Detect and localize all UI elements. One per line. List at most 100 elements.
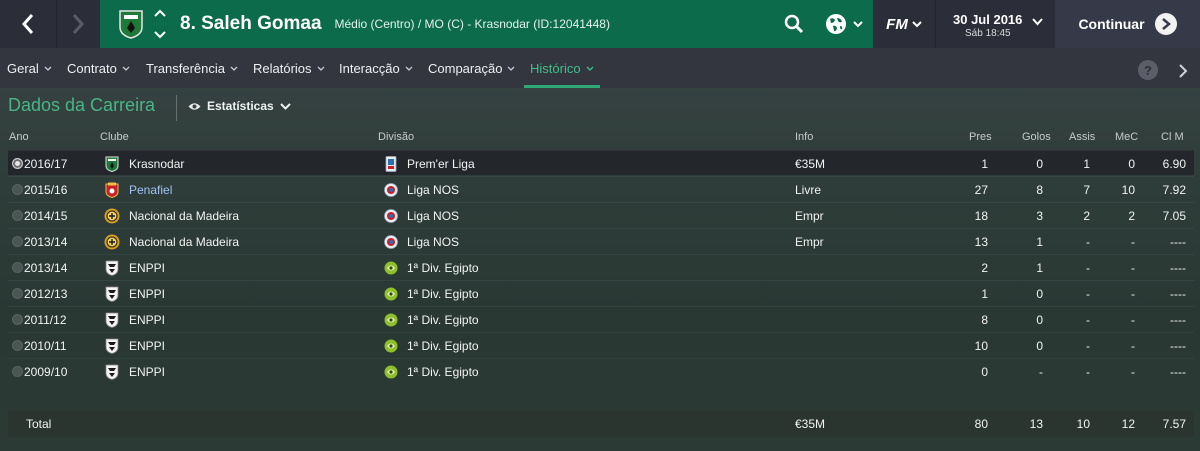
row-radio-button[interactable]: [12, 158, 23, 169]
cell-club-link[interactable]: ENPPI: [129, 365, 165, 379]
table-row[interactable]: 2013/14 ENPPI 1ª Div. Egipto 2 1- - ----: [8, 254, 1194, 279]
cell-club-link[interactable]: Krasnodar: [129, 157, 184, 171]
search-button[interactable]: [773, 0, 815, 48]
cell-division-link[interactable]: 1ª Div. Egipto: [407, 287, 479, 301]
chevron-up-icon[interactable]: [154, 9, 166, 17]
cell-golos: 0: [1036, 313, 1043, 327]
cell-division-link[interactable]: 1ª Div. Egipto: [407, 365, 479, 379]
cell-golos: -: [1039, 365, 1043, 379]
table-row[interactable]: 2012/13 ENPPI 1ª Div. Egipto 1 0- - ----: [8, 280, 1194, 305]
total-clm: 7.57: [1162, 417, 1186, 431]
club-badge-krasnodar[interactable]: [116, 8, 146, 40]
cell-assis: 7: [1083, 183, 1090, 197]
help-icon[interactable]: ?: [1138, 60, 1158, 80]
row-radio-button[interactable]: [12, 366, 23, 377]
cell-mec: 0: [1128, 157, 1135, 171]
tab-comparacao[interactable]: Comparação: [428, 48, 515, 88]
cell-club-link[interactable]: ENPPI: [129, 287, 165, 301]
row-radio-button[interactable]: [12, 340, 23, 351]
cell-pres: 18: [974, 209, 988, 223]
cell-year: 2016/17: [24, 157, 68, 171]
cell-assis: 2: [1083, 209, 1090, 223]
column-header-pres[interactable]: Pres: [969, 131, 992, 143]
cell-golos: 0: [1036, 339, 1043, 353]
cell-club-link[interactable]: Nacional da Madeira: [129, 235, 239, 249]
tab-geral[interactable]: Geral: [7, 48, 52, 88]
cell-year: 2013/14: [24, 235, 68, 249]
cell-club-link[interactable]: Penafiel: [129, 183, 172, 197]
table-row[interactable]: 2010/11 ENPPI 1ª Div. Egipto 10 0- - ----: [8, 332, 1194, 357]
cell-year: 2015/16: [24, 183, 68, 197]
tab-transferencia[interactable]: Transferência: [146, 48, 238, 88]
column-header-assis[interactable]: Assis: [1069, 131, 1095, 143]
table-row[interactable]: 2014/15 Nacional da Madeira Liga NOS Empr 18…: [8, 202, 1194, 227]
column-header-divisao[interactable]: Divisão: [378, 131, 414, 143]
table-row[interactable]: 2013/14 Nacional da Madeira Liga NOS Empr 13…: [8, 228, 1194, 253]
cell-division-link[interactable]: Prem'er Liga: [407, 157, 475, 171]
cell-club-link[interactable]: ENPPI: [129, 313, 165, 327]
chevron-down-icon: [230, 66, 238, 71]
cell-golos: 1: [1036, 235, 1043, 249]
table-row[interactable]: 2009/10 ENPPI 1ª Div. Egipto 0- - - ----: [8, 358, 1194, 383]
league-badge-icon: [384, 337, 398, 354]
chevron-right-icon[interactable]: [1178, 64, 1188, 78]
player-switcher[interactable]: [152, 9, 168, 39]
column-header-clube[interactable]: Clube: [100, 131, 129, 143]
world-menu-button[interactable]: [815, 0, 873, 48]
club-badge-icon: [104, 259, 120, 276]
chevron-right-icon: [72, 14, 84, 34]
cell-division-link[interactable]: 1ª Div. Egipto: [407, 313, 479, 327]
row-radio-button[interactable]: [12, 184, 23, 195]
club-badge-icon: [104, 311, 120, 328]
row-radio-button[interactable]: [12, 236, 23, 247]
cell-division-link[interactable]: 1ª Div. Egipto: [407, 261, 479, 275]
total-label: Total: [26, 417, 52, 431]
tab-label: Histórico: [530, 60, 581, 76]
fm-menu-button[interactable]: FM: [875, 0, 933, 48]
table-row[interactable]: 2011/12 ENPPI 1ª Div. Egipto 8 0- - ----: [8, 306, 1194, 331]
cell-golos: 3: [1036, 209, 1043, 223]
tab-historico[interactable]: Histórico: [524, 48, 600, 88]
cell-club-link[interactable]: Nacional da Madeira: [129, 209, 239, 223]
tab-label: Geral: [7, 60, 39, 76]
column-header-clm[interactable]: Cl M: [1161, 131, 1184, 143]
cell-division-link[interactable]: Liga NOS: [407, 209, 459, 223]
cell-division-link[interactable]: 1ª Div. Egipto: [407, 339, 479, 353]
table-row[interactable]: 2015/16 Penafiel Liga NOS Livre 27 8 7 10 7.92: [8, 176, 1194, 201]
cell-division-link[interactable]: Liga NOS: [407, 235, 459, 249]
column-header-golos[interactable]: Golos: [1022, 131, 1051, 143]
league-badge-icon: [384, 207, 398, 224]
column-header-mec[interactable]: MeC: [1115, 131, 1138, 143]
column-header-info[interactable]: Info: [795, 131, 813, 143]
row-radio-button[interactable]: [12, 314, 23, 325]
total-golos: 13: [1029, 417, 1043, 431]
continue-button[interactable]: Continuar: [1055, 0, 1200, 48]
cell-year: 2010/11: [24, 339, 67, 353]
tab-contrato[interactable]: Contrato: [67, 48, 130, 88]
row-radio-button[interactable]: [12, 288, 23, 299]
back-button[interactable]: [0, 0, 56, 48]
table-row[interactable]: 2016/17 Krasnodar Prem'er Liga €35M 1 0 1 0 6.90: [8, 150, 1194, 175]
view-selector[interactable]: Estatísticas: [188, 99, 291, 113]
cell-assis: -: [1086, 339, 1090, 353]
chevron-down-icon: [507, 66, 515, 71]
cell-assis: -: [1086, 261, 1090, 275]
club-badge-icon: [104, 337, 120, 354]
date-display[interactable]: 30 Jul 2016 Sáb 18:45: [935, 0, 1055, 48]
row-radio-button[interactable]: [12, 262, 23, 273]
cell-division-link[interactable]: Liga NOS: [407, 183, 459, 197]
cell-club-link[interactable]: ENPPI: [129, 339, 165, 353]
forward-button[interactable]: [56, 0, 98, 48]
club-badge-icon: [104, 207, 120, 224]
chevron-down-icon[interactable]: [154, 31, 166, 39]
league-badge-icon: [384, 285, 398, 302]
tab-relatorios[interactable]: Relatórios: [253, 48, 325, 88]
cell-pres: 13: [974, 235, 988, 249]
cell-club-link[interactable]: ENPPI: [129, 261, 165, 275]
row-radio-button[interactable]: [12, 210, 23, 221]
tab-label: Interacção: [339, 60, 400, 76]
column-header-ano[interactable]: Ano: [9, 131, 29, 143]
tab-interaccao[interactable]: Interacção: [339, 48, 413, 88]
search-icon: [784, 14, 804, 34]
cell-mec: 10: [1121, 183, 1135, 197]
